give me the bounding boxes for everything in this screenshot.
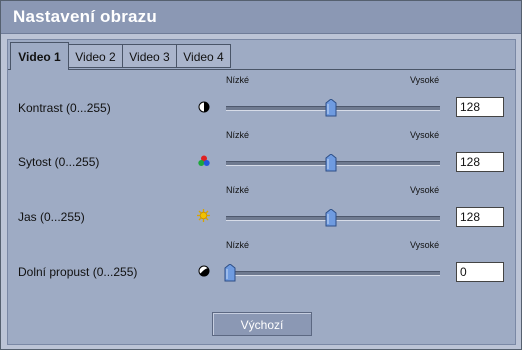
contrast-label: Kontrast (0...255) [18,101,111,115]
settings-panel: Video 1 Video 2 Video 3 Video 4 Nízké Vy… [7,39,516,345]
window-title: Nastavení obrazu [13,7,157,26]
saturation-label: Sytost (0...255) [18,155,100,169]
contrast-icon [198,101,210,113]
tab-video-3[interactable]: Video 3 [122,44,177,68]
tab-video-2[interactable]: Video 2 [68,44,123,68]
scale-low-label: Nízké [226,240,250,250]
scale-high-label: Vysoké [410,185,440,195]
brightness-label: Jas (0...255) [18,210,85,224]
default-button[interactable]: Výchozí [212,312,312,336]
saturation-icon [198,155,210,166]
scale-low-label: Nízké [226,130,250,140]
contrast-slider-thumb[interactable] [325,99,337,117]
contrast-value-input[interactable]: 128 [456,97,504,117]
brightness-slider-thumb[interactable] [325,209,337,227]
saturation-slider-thumb[interactable] [325,154,337,172]
low-pass-filter-icon [198,265,210,277]
low-pass-label: Dolní propust (0...255) [18,265,138,279]
low-pass-value-input[interactable]: 0 [456,262,504,282]
scale-low-label: Nízké [226,75,250,85]
scale-high-label: Vysoké [410,240,440,250]
scale-low-label: Nízké [226,185,250,195]
scale-high-label: Vysoké [410,130,440,140]
brightness-icon [197,209,210,222]
tab-video-1[interactable]: Video 1 [10,42,69,70]
tab-divider [8,69,515,70]
tab-video-4[interactable]: Video 4 [176,44,231,68]
saturation-value-input[interactable]: 128 [456,152,504,172]
low-pass-slider-thumb[interactable] [224,264,236,282]
title-bar: Nastavení obrazu [1,1,521,34]
image-settings-window: Nastavení obrazu Video 1 Video 2 Video 3… [0,0,522,350]
low-pass-slider-track[interactable] [226,271,440,276]
scale-high-label: Vysoké [410,75,440,85]
brightness-value-input[interactable]: 128 [456,207,504,227]
